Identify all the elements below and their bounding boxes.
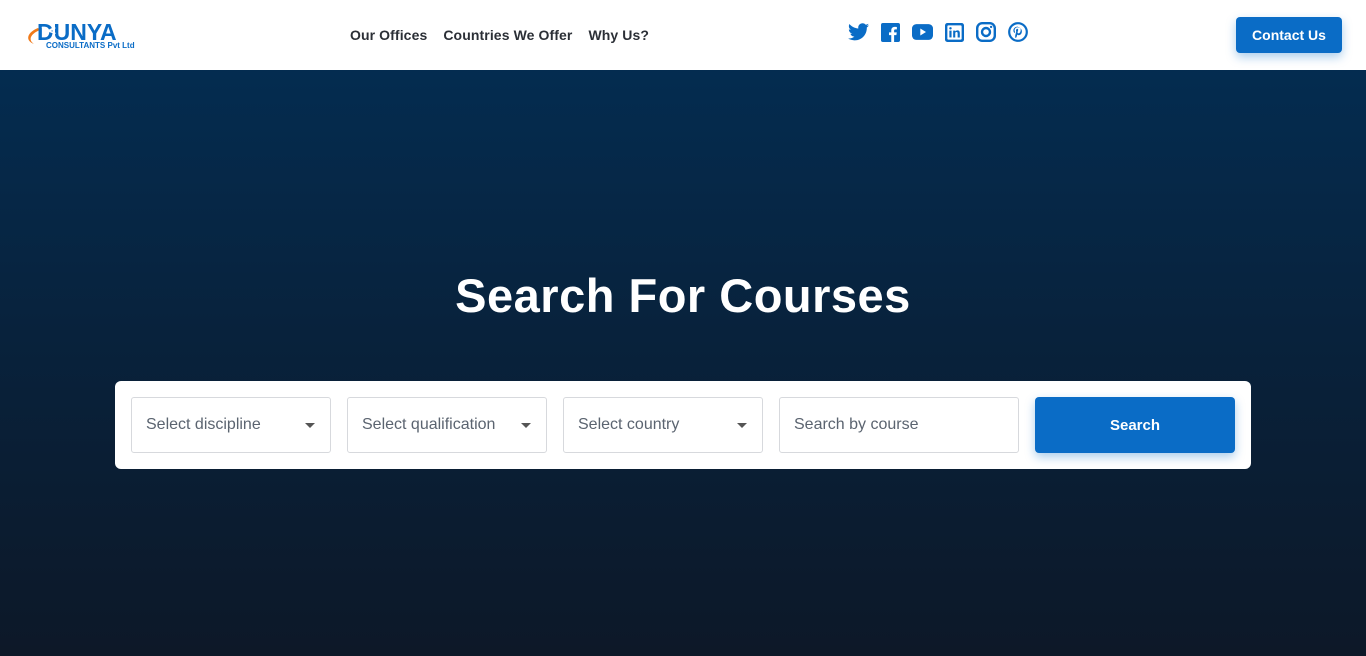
chevron-down-icon (737, 423, 747, 428)
facebook-icon[interactable] (879, 21, 901, 43)
chevron-down-icon (521, 423, 531, 428)
qualification-select[interactable]: Select qualification (347, 397, 547, 453)
hero-section: Search For Courses Select discipline Sel… (0, 70, 1366, 656)
search-button[interactable]: Search (1035, 397, 1235, 453)
site-header: DUNYA CONSULTANTS Pvt Ltd Our Offices Co… (0, 0, 1366, 70)
logo-graphic: DUNYA CONSULTANTS Pvt Ltd (28, 19, 135, 50)
youtube-icon[interactable] (911, 21, 933, 43)
discipline-select-value: Select discipline (146, 416, 261, 433)
contact-us-button[interactable]: Contact Us (1236, 17, 1342, 53)
instagram-icon[interactable] (975, 21, 997, 43)
course-search-form: Select discipline Select qualification S… (115, 381, 1251, 469)
brand-logo[interactable]: DUNYA CONSULTANTS Pvt Ltd (24, 16, 146, 54)
discipline-select[interactable]: Select discipline (131, 397, 331, 453)
qualification-select-value: Select qualification (362, 416, 496, 433)
chevron-down-icon (305, 423, 315, 428)
course-search-input[interactable] (779, 397, 1019, 453)
country-select[interactable]: Select country (563, 397, 763, 453)
pinterest-icon[interactable] (1007, 21, 1029, 43)
linkedin-icon[interactable] (943, 21, 965, 43)
hero-title: Search For Courses (455, 269, 911, 322)
country-select-value: Select country (578, 416, 680, 433)
twitter-icon[interactable] (847, 21, 869, 43)
nav-countries-we-offer[interactable]: Countries We Offer (443, 27, 572, 43)
social-links (847, 21, 1039, 43)
main-nav: Our Offices Countries We Offer Why Us? (350, 0, 665, 70)
nav-our-offices[interactable]: Our Offices (350, 27, 427, 43)
logo-tagline: CONSULTANTS Pvt Ltd (46, 41, 135, 50)
nav-why-us[interactable]: Why Us? (588, 27, 649, 43)
